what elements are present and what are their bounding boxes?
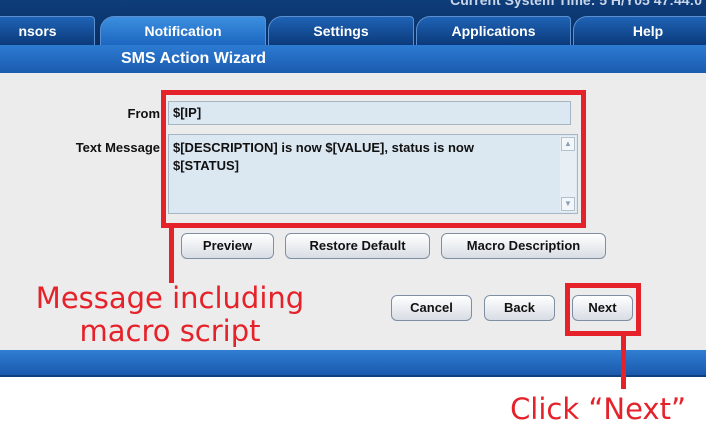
preview-button[interactable]: Preview (181, 233, 274, 259)
system-time: Current System Time: 5 H/Y05 47:44:0 (450, 0, 702, 8)
text-message-label: Text Message (75, 140, 160, 155)
back-button[interactable]: Back (484, 295, 555, 321)
tab-settings[interactable]: Settings (268, 16, 414, 45)
wizard-title: SMS Action Wizard (121, 50, 267, 67)
tab-sensors[interactable]: nsors (0, 16, 95, 45)
from-label: From (127, 106, 161, 121)
message-note-line2: macro script (79, 314, 261, 348)
next-highlight-box (565, 283, 641, 336)
tab-notification[interactable]: Notification (100, 16, 266, 45)
top-tab-bar: Current System Time: 5 H/Y05 47:44:0 nso… (0, 0, 706, 45)
macro-description-button[interactable]: Macro Description (441, 233, 606, 259)
next-pointer-line (621, 336, 626, 389)
tab-applications[interactable]: Applications (416, 16, 571, 45)
wizard-title-bar: SMS Action Wizard (0, 45, 706, 73)
message-pointer-line (169, 228, 174, 283)
message-note-line1: Message including (35, 281, 305, 315)
next-note: Click “Next” (510, 392, 686, 426)
cancel-button[interactable]: Cancel (391, 295, 472, 321)
message-highlight-box (161, 90, 586, 228)
restore-default-button[interactable]: Restore Default (285, 233, 430, 259)
tab-help[interactable]: Help (573, 16, 706, 45)
footer-bar (0, 350, 706, 377)
